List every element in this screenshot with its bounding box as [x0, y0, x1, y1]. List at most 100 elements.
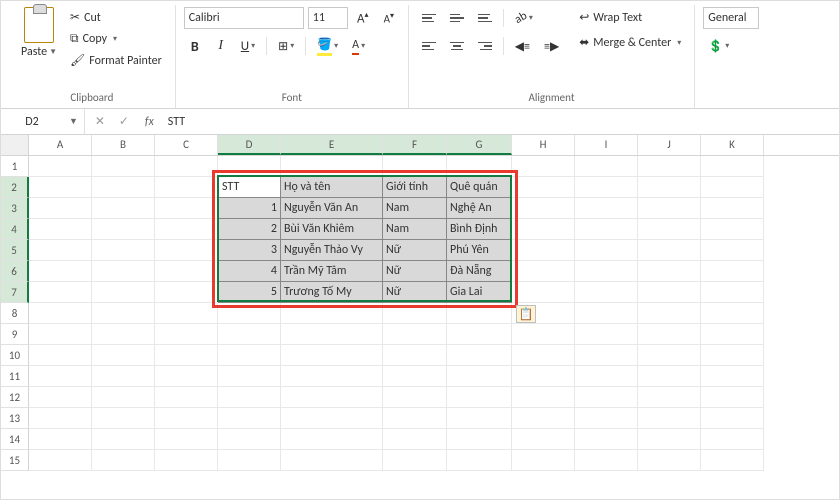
- column-header[interactable]: K: [701, 135, 764, 155]
- cell[interactable]: [701, 219, 764, 240]
- cell[interactable]: Bùi Văn Khiêm: [281, 219, 383, 240]
- cell[interactable]: [447, 450, 512, 471]
- cell[interactable]: [92, 345, 155, 366]
- cell[interactable]: [575, 387, 638, 408]
- cell[interactable]: Trần Mỹ Tâm: [281, 261, 383, 282]
- borders-button[interactable]: ⊞▾: [273, 35, 299, 57]
- increase-font-button[interactable]: A▴: [352, 7, 374, 29]
- cell[interactable]: [281, 156, 383, 177]
- accounting-format-button[interactable]: 💲▾: [703, 35, 734, 57]
- column-header[interactable]: D: [218, 135, 281, 155]
- cell[interactable]: [155, 282, 218, 303]
- cell[interactable]: [29, 345, 92, 366]
- cell[interactable]: [92, 324, 155, 345]
- row-header[interactable]: 15: [1, 450, 29, 471]
- cell[interactable]: Bình Định: [447, 219, 512, 240]
- cell[interactable]: [218, 366, 281, 387]
- formula-input[interactable]: [160, 109, 839, 134]
- cell[interactable]: [701, 282, 764, 303]
- cell[interactable]: [512, 408, 575, 429]
- cell[interactable]: [92, 366, 155, 387]
- cell[interactable]: [218, 303, 281, 324]
- cut-button[interactable]: ✂ Cut: [65, 7, 167, 28]
- cell[interactable]: [155, 261, 218, 282]
- cell[interactable]: [383, 450, 447, 471]
- column-header[interactable]: I: [575, 135, 638, 155]
- cell[interactable]: Họ và tên: [281, 177, 383, 198]
- cell[interactable]: [281, 429, 383, 450]
- cell[interactable]: [512, 261, 575, 282]
- cell[interactable]: [512, 324, 575, 345]
- row-header[interactable]: 8: [1, 303, 29, 324]
- cell[interactable]: [92, 240, 155, 261]
- underline-button[interactable]: U▾: [236, 35, 260, 57]
- cell[interactable]: Nghệ An: [447, 198, 512, 219]
- row-header[interactable]: 1: [1, 156, 29, 177]
- cell[interactable]: [638, 156, 701, 177]
- cell[interactable]: [281, 324, 383, 345]
- row-header[interactable]: 11: [1, 366, 29, 387]
- cell[interactable]: [638, 345, 701, 366]
- align-right-button[interactable]: [473, 35, 497, 57]
- cell[interactable]: [575, 282, 638, 303]
- cell[interactable]: [512, 450, 575, 471]
- cell[interactable]: [447, 387, 512, 408]
- decrease-indent-button[interactable]: ◀≡: [510, 35, 535, 57]
- cell[interactable]: [218, 387, 281, 408]
- cell[interactable]: [447, 429, 512, 450]
- cell[interactable]: [281, 303, 383, 324]
- cell[interactable]: [281, 408, 383, 429]
- cell[interactable]: [155, 177, 218, 198]
- cell[interactable]: [218, 429, 281, 450]
- cell[interactable]: [92, 156, 155, 177]
- cell[interactable]: [447, 345, 512, 366]
- cell[interactable]: [383, 156, 447, 177]
- cell[interactable]: [638, 429, 701, 450]
- cell[interactable]: [575, 429, 638, 450]
- cell[interactable]: [701, 366, 764, 387]
- cell[interactable]: [575, 219, 638, 240]
- cell[interactable]: [575, 345, 638, 366]
- cell[interactable]: [383, 387, 447, 408]
- row-header[interactable]: 4: [1, 219, 29, 240]
- enter-formula-button[interactable]: ✓: [113, 111, 135, 133]
- cell[interactable]: [29, 387, 92, 408]
- cell[interactable]: [92, 177, 155, 198]
- cell[interactable]: Phú Yên: [447, 240, 512, 261]
- cell[interactable]: [512, 177, 575, 198]
- cell[interactable]: [383, 303, 447, 324]
- row-header[interactable]: 9: [1, 324, 29, 345]
- cell[interactable]: [701, 345, 764, 366]
- cell[interactable]: 5: [218, 282, 281, 303]
- cell[interactable]: [29, 261, 92, 282]
- cell[interactable]: [155, 240, 218, 261]
- name-box-dropdown[interactable]: ▼: [63, 116, 84, 127]
- cell[interactable]: [638, 324, 701, 345]
- cell[interactable]: [638, 387, 701, 408]
- cell[interactable]: [575, 240, 638, 261]
- cell[interactable]: [29, 324, 92, 345]
- cell[interactable]: [701, 261, 764, 282]
- fx-icon[interactable]: fx: [139, 115, 160, 129]
- cell[interactable]: [638, 261, 701, 282]
- paste-options-button[interactable]: 📋: [516, 305, 536, 323]
- cell[interactable]: [281, 366, 383, 387]
- cell[interactable]: [701, 429, 764, 450]
- cell[interactable]: [29, 450, 92, 471]
- cell[interactable]: [155, 303, 218, 324]
- cell[interactable]: [92, 198, 155, 219]
- cell[interactable]: [701, 198, 764, 219]
- row-header[interactable]: 3: [1, 198, 29, 219]
- cell[interactable]: [447, 324, 512, 345]
- cell[interactable]: [447, 156, 512, 177]
- cell[interactable]: [701, 303, 764, 324]
- align-middle-button[interactable]: [445, 7, 469, 29]
- cell[interactable]: [29, 198, 92, 219]
- column-header[interactable]: B: [92, 135, 155, 155]
- copy-button[interactable]: ⧉ Copy ▾: [65, 29, 167, 49]
- cell[interactable]: [29, 408, 92, 429]
- cell[interactable]: Nữ: [383, 282, 447, 303]
- cell[interactable]: [29, 429, 92, 450]
- row-header[interactable]: 12: [1, 387, 29, 408]
- cell[interactable]: [29, 303, 92, 324]
